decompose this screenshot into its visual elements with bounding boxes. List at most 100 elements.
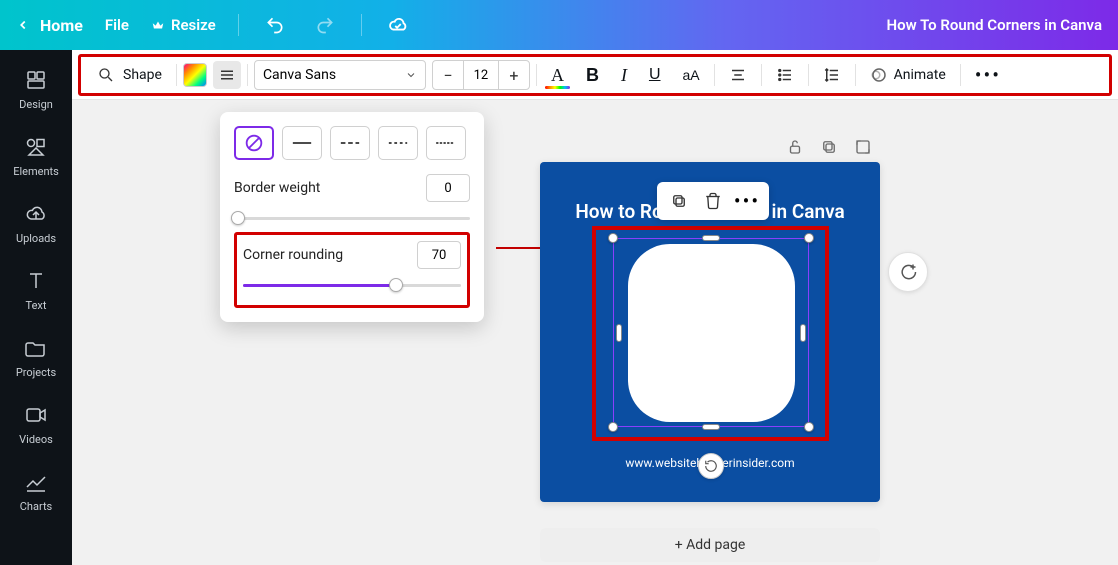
lock-open-icon[interactable] [786,138,804,156]
text-align-button[interactable] [721,60,755,90]
sidebar-item-elements[interactable]: Elements [0,123,72,190]
border-style-short-dash[interactable] [378,126,418,160]
toolbar-separator [960,64,961,86]
shape-tool-label: Shape [123,67,162,83]
list-icon [776,66,794,84]
copy-icon [670,192,688,210]
underline-button[interactable]: U [641,60,669,90]
text-icon [24,269,48,293]
font-size-increase[interactable]: + [499,66,529,85]
resize-handle-br[interactable] [804,422,814,432]
italic-button[interactable]: I [613,60,635,90]
toolbar-separator [714,64,715,86]
sidebar-item-videos[interactable]: Videos [0,391,72,458]
video-icon [24,403,48,427]
slider-thumb[interactable] [389,278,403,292]
corner-rounding-input[interactable]: 70 [417,241,461,269]
spacing-button[interactable] [815,60,849,90]
selection-bounding-box [613,238,809,427]
sidebar-item-projects[interactable]: Projects [0,324,72,391]
header-divider [238,14,239,36]
hamburger-icon [218,66,236,84]
chart-line-icon [24,470,48,494]
fill-color-swatch[interactable] [183,63,207,87]
font-family-select[interactable]: Canva Sans [254,60,426,90]
sidebar-item-design[interactable]: Design [0,56,72,123]
undo-icon [265,15,285,35]
sidebar-label: Projects [16,366,56,379]
undo-button[interactable] [261,11,289,39]
animate-button[interactable]: Animate [862,60,954,90]
border-style-dotted[interactable] [426,126,466,160]
border-style-row [234,126,470,160]
sidebar-item-text[interactable]: Text [0,257,72,324]
redo-button[interactable] [311,11,339,39]
underline-glyph: U [649,66,661,84]
menu-file[interactable]: File [105,16,129,34]
shape-tool-button[interactable]: Shape [89,60,170,90]
add-page-button[interactable]: + Add page [540,528,880,562]
duplicate-icon[interactable] [820,138,838,156]
selection-context-toolbar: ••• [657,182,769,220]
corner-rounding-slider[interactable] [243,277,461,293]
resize-handle-bottom[interactable] [702,424,720,430]
bold-button[interactable]: B [578,60,607,90]
slider-thumb[interactable] [231,211,245,225]
text-case-button[interactable]: aA [675,60,708,90]
sidebar-item-charts[interactable]: Charts [0,458,72,525]
resize-handle-tr[interactable] [804,233,814,243]
menu-resize[interactable]: Resize [151,16,216,34]
resize-handle-top[interactable] [702,235,720,241]
sidebar-label: Videos [19,433,53,446]
header-left: Home File Resize [16,11,412,39]
left-sidebar: Design Elements Uploads Text Projects Vi… [0,50,72,565]
sidebar-label: Elements [13,165,59,178]
resize-handle-tl[interactable] [608,233,618,243]
sidebar-label: Charts [20,500,52,513]
border-style-button[interactable] [213,61,241,89]
toolbar-separator [808,64,809,86]
add-comment-button[interactable] [888,252,928,292]
line-solid-icon [291,132,313,154]
home-label: Home [40,16,83,35]
page-action-icons [786,138,872,156]
rotate-handle[interactable] [698,453,724,479]
resize-label: Resize [171,16,216,34]
chevron-left-icon [16,18,30,32]
expand-icon[interactable] [854,138,872,156]
back-home[interactable]: Home [16,16,83,35]
border-style-solid[interactable] [282,126,322,160]
border-weight-slider[interactable] [234,210,470,226]
list-button[interactable] [768,60,802,90]
border-style-dashed[interactable] [330,126,370,160]
sidebar-label: Uploads [16,232,56,245]
delete-selection-button[interactable] [697,186,729,216]
corner-rounding-section: Corner rounding 70 [234,232,470,308]
sidebar-item-uploads[interactable]: Uploads [0,190,72,257]
more-selection-button[interactable]: ••• [731,186,763,216]
text-color-button[interactable]: A [543,60,572,90]
font-name: Canva Sans [263,67,336,83]
resize-handle-right[interactable] [800,324,806,342]
border-style-none[interactable] [234,126,274,160]
corner-rounding-label: Corner rounding [243,247,343,263]
resize-handle-bl[interactable] [608,422,618,432]
border-weight-input[interactable]: 0 [426,174,470,202]
border-popover: Border weight 0 Corner rounding 70 [220,112,484,322]
line-spacing-icon [823,66,841,84]
italic-glyph: I [621,65,627,86]
crown-icon [151,18,165,32]
border-weight-label: Border weight [234,180,320,196]
resize-handle-left[interactable] [616,324,622,342]
line-short-dash-icon [387,132,409,154]
toolbar-separator [536,64,537,86]
more-button[interactable]: ••• [967,60,1009,90]
font-size-value[interactable]: 12 [463,61,499,89]
no-border-icon [243,132,265,154]
duplicate-selection-button[interactable] [663,186,695,216]
cloud-sync-button[interactable] [384,11,412,39]
toolbar-container: Shape Canva Sans − 12 + A B I U aA [72,50,1118,100]
align-center-icon [729,66,747,84]
font-size-decrease[interactable]: − [433,66,463,85]
line-dotted-icon [435,132,457,154]
